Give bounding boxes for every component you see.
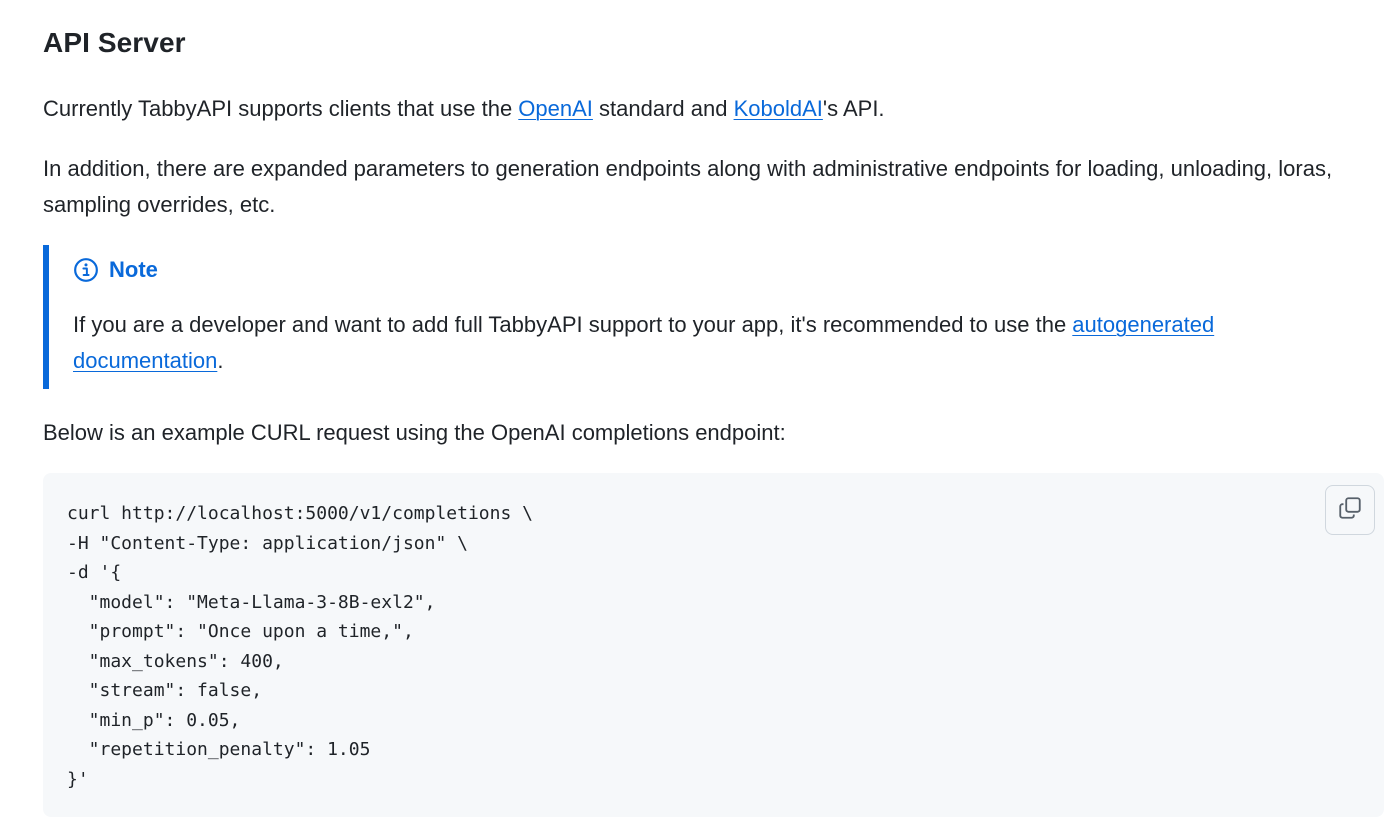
code-line: }' xyxy=(67,768,89,790)
intro-prefix: Currently TabbyAPI supports clients that… xyxy=(43,96,519,121)
note-body: If you are a developer and want to add f… xyxy=(73,307,1353,379)
intro-paragraph: Currently TabbyAPI supports clients that… xyxy=(43,91,1363,127)
code-line: -H "Content-Type: application/json" \ xyxy=(67,532,468,554)
copy-icon xyxy=(1337,495,1363,526)
code-line: -d '{ xyxy=(67,562,122,583)
copy-code-button[interactable] xyxy=(1325,485,1375,535)
code-line: curl http://localhost:5000/v1/completion… xyxy=(67,503,533,524)
note-callout: Note If you are a developer and want to … xyxy=(43,245,1363,389)
code-line: "max_tokens": 400, xyxy=(67,650,284,672)
code-line: "prompt": "Once upon a time,", xyxy=(67,621,414,642)
openai-link[interactable]: OpenAI xyxy=(518,96,593,121)
code-content[interactable]: curl http://localhost:5000/v1/completion… xyxy=(67,499,1360,794)
section-heading: API Server xyxy=(43,27,186,58)
intro-suffix: 's API. xyxy=(822,96,885,121)
code-block: curl http://localhost:5000/v1/completion… xyxy=(43,473,1384,817)
code-line: "model": "Meta-Llama-3-8B-exl2", xyxy=(67,591,436,613)
code-line: "repetition_penalty": 1.05 xyxy=(67,739,371,760)
markdown-page: API Server Currently TabbyAPI supports c… xyxy=(0,0,1384,838)
code-line: "min_p": 0.05, xyxy=(67,709,241,731)
note-title: Note xyxy=(73,257,158,283)
note-body-prefix: If you are a developer and want to add f… xyxy=(73,312,1073,337)
note-body-suffix: . xyxy=(217,348,224,373)
info-icon xyxy=(73,257,99,283)
note-title-text: Note xyxy=(109,257,158,282)
koboldai-link[interactable]: KoboldAI xyxy=(734,96,823,121)
addition-paragraph: In addition, there are expanded paramete… xyxy=(43,156,1333,217)
intro-middle: standard and xyxy=(592,96,734,121)
example-intro-paragraph: Below is an example CURL request using t… xyxy=(43,420,786,445)
code-line: "stream": false, xyxy=(67,680,263,701)
